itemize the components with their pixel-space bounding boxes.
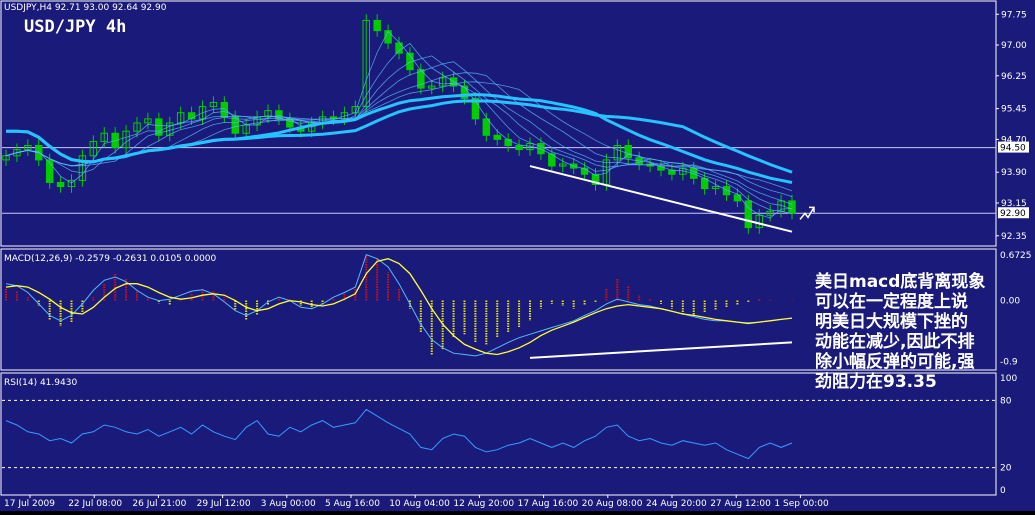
annotation-line: 可以在一定程度上说	[815, 291, 968, 312]
price-tick-label: 95.45	[1001, 105, 1027, 115]
x-tick-label: 3 Aug 00:00	[261, 499, 316, 509]
x-tick-label: 10 Aug 04:00	[389, 499, 450, 509]
x-tick-label: 27 Aug 12:00	[710, 499, 771, 509]
macd-header: MACD(12,26,9) -0.2579 -0.2631 0.0105 0.0…	[4, 254, 217, 264]
x-tick-label: 24 Aug 20:00	[646, 499, 707, 509]
candle-body	[220, 101, 229, 118]
rsi-tick-label: 80	[1000, 396, 1012, 406]
rsi-header: RSI(14) 41.9430	[4, 378, 77, 388]
x-tick-label: 1 Sep 00:00	[774, 499, 829, 509]
price-tick-label: 96.25	[1001, 72, 1027, 82]
rsi-tick-label: 0	[1000, 486, 1006, 496]
candle-body	[482, 118, 491, 136]
annotation-line: 劲阻力在93.35	[814, 371, 937, 392]
price-tick-label: 97.75	[1001, 10, 1027, 20]
candle-body	[668, 169, 676, 175]
price-tick-label: 93.90	[1001, 168, 1027, 178]
x-tick-label: 26 Jul 21:00	[132, 499, 186, 509]
candle-body	[384, 30, 392, 44]
x-tick-label: 17 Aug 16:00	[518, 499, 579, 509]
x-tick-label: 5 Aug 16:00	[325, 499, 380, 509]
annotation-line: 明美日大规模下挫的	[815, 311, 968, 332]
candle-body	[733, 194, 742, 202]
price-tick-label: 97.00	[1001, 41, 1027, 51]
chart-title: USD/JPY 4h	[24, 17, 126, 37]
x-tick-label: 17 Jul 2009	[4, 499, 55, 509]
x-tick-label: 29 Jul 12:00	[197, 499, 251, 509]
x-tick-label: 12 Aug 20:00	[453, 499, 514, 509]
price-level-tag-label: 94.50	[1000, 144, 1026, 154]
price-tick-label: 92.35	[1001, 232, 1027, 242]
candle-body	[45, 159, 54, 183]
macd-tick-label: 0.00	[1000, 297, 1020, 307]
annotation-line: 动能在减少,因此不排	[815, 331, 974, 352]
candle-body	[515, 145, 523, 151]
x-tick-label: 22 Jul 08:00	[68, 499, 122, 509]
price-level-tag-label: 92.90	[1000, 209, 1026, 219]
rsi-tick-label: 100	[1000, 374, 1017, 384]
candle-body	[373, 19, 381, 32]
candle-body	[56, 181, 65, 188]
macd-tick-label: -0.9	[1000, 357, 1018, 367]
rsi-tick-label: 20	[1000, 464, 1012, 474]
main-header: USDJPY,H4 92.71 93.00 92.64 92.90	[4, 3, 167, 13]
candle-body	[788, 200, 796, 214]
annotation-line: 美日macd底背离现象	[815, 271, 985, 292]
chart-svg: 97.7597.0096.2595.4594.7094.5093.9093.15…	[0, 0, 1035, 511]
annotation-line: 除小幅反弹的可能,强	[815, 351, 974, 372]
chart-root: 97.75 97.00 96.25 95.45 94.70 94.50 93.90 93.15…	[0, 0, 1035, 511]
macd-tick-label: 0.6725	[1000, 251, 1032, 261]
x-tick-label: 20 Aug 08:00	[582, 499, 643, 509]
candle-body	[493, 134, 501, 140]
